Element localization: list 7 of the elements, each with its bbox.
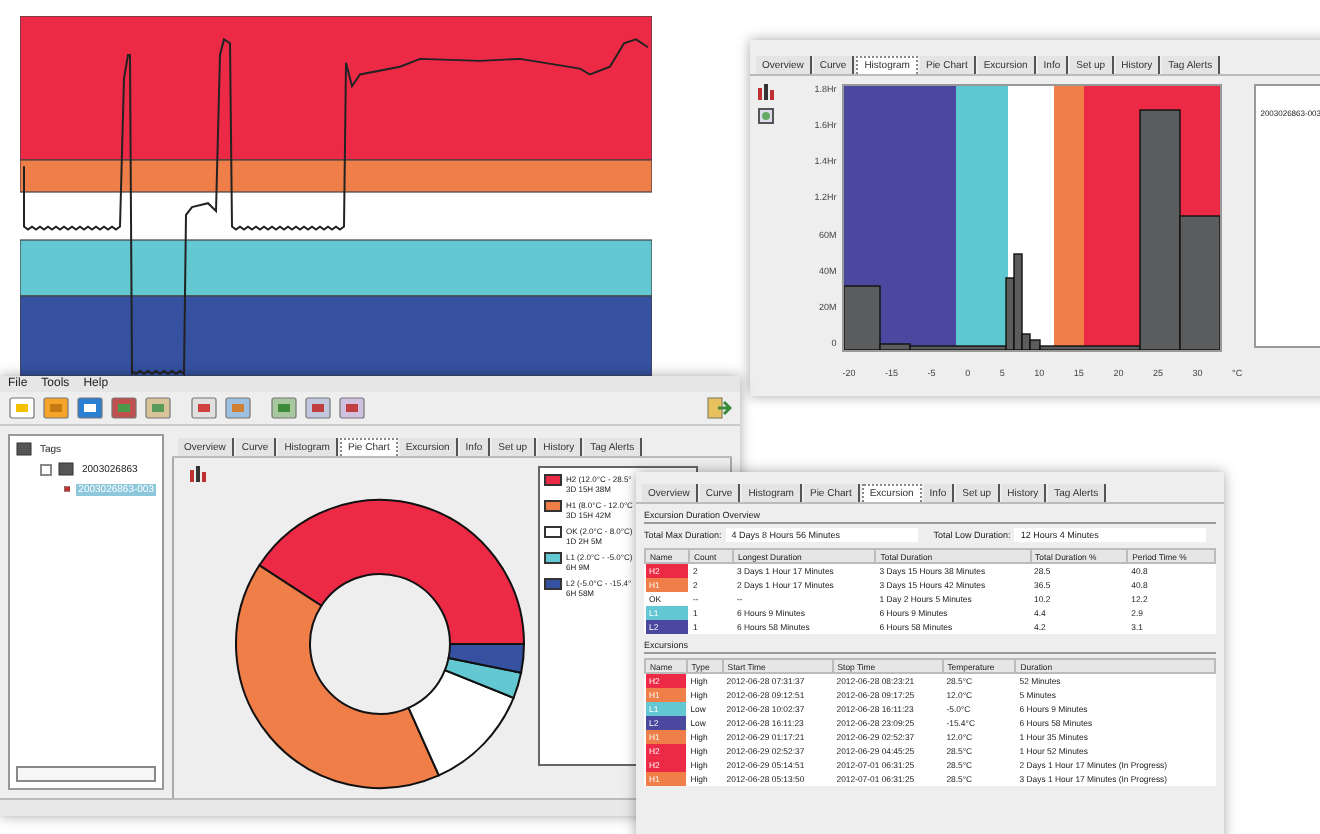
scroll-bar[interactable] xyxy=(16,766,156,782)
chart-icon[interactable] xyxy=(190,466,206,482)
image-icon[interactable] xyxy=(758,108,774,124)
chart-icon[interactable] xyxy=(758,84,774,100)
exit-icon[interactable] xyxy=(704,394,732,422)
collapse-icon[interactable] xyxy=(40,463,52,475)
tag-icon xyxy=(16,442,32,456)
